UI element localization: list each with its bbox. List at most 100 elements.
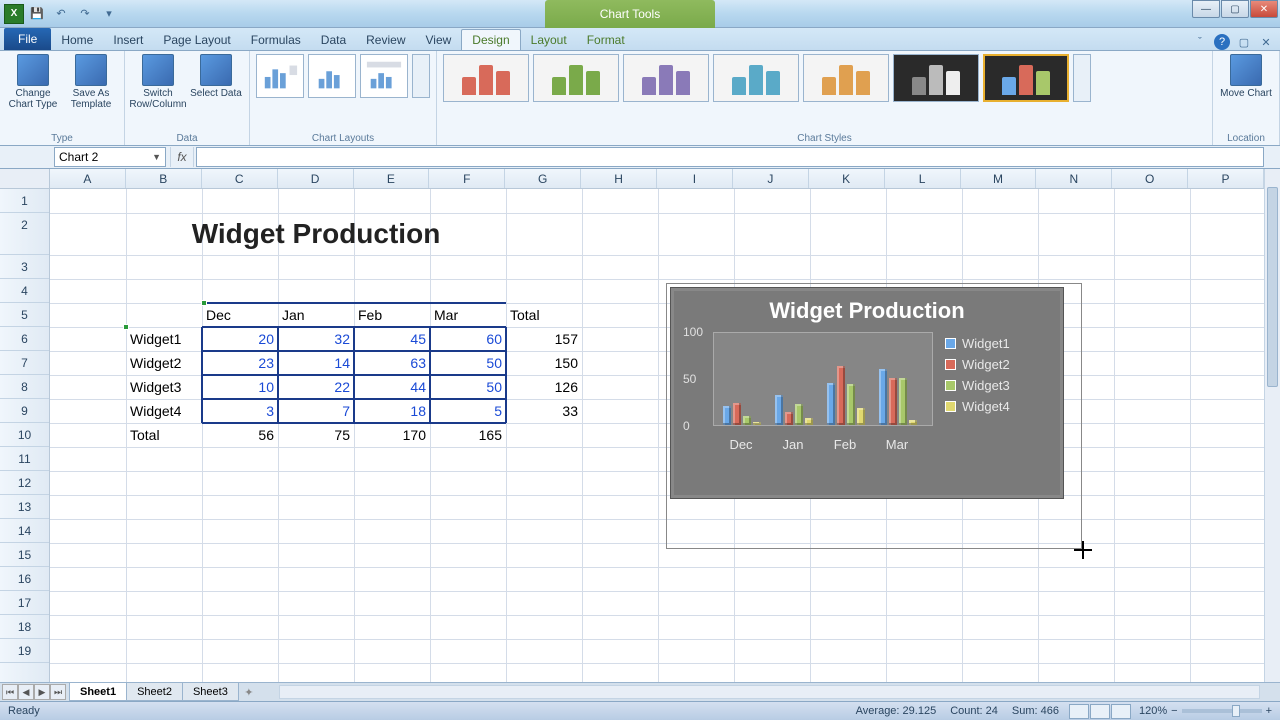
cell[interactable]: 32 [278,327,354,351]
cell[interactable]: 50 [430,375,506,399]
chart-layout-1[interactable] [256,54,304,98]
chart-style-thumb[interactable] [803,54,889,102]
switch-row-column-button[interactable]: Switch Row/Column [131,54,185,110]
cell[interactable]: 150 [506,351,582,375]
tab-design[interactable]: Design [461,29,520,50]
chart-layout-3[interactable] [360,54,408,98]
zoom-out-icon[interactable]: − [1171,705,1177,717]
cell[interactable]: Feb [354,303,430,327]
cell[interactable]: Widget2 [126,351,202,375]
view-normal-icon[interactable] [1069,704,1089,719]
column-header[interactable]: I [657,169,733,188]
row-header[interactable]: 8 [0,375,49,399]
cell[interactable]: 23 [202,351,278,375]
column-header[interactable]: B [126,169,202,188]
redo-icon[interactable]: ↷ [74,4,96,24]
cell[interactable]: 165 [430,423,506,447]
cell[interactable]: 5 [430,399,506,423]
tab-insert[interactable]: Insert [103,29,153,50]
sheet-tab[interactable]: Sheet2 [126,683,183,701]
name-box-dropdown-icon[interactable]: ▼ [152,152,161,162]
cell[interactable]: 63 [354,351,430,375]
save-icon[interactable]: 💾 [26,4,48,24]
cell[interactable]: 45 [354,327,430,351]
row-header[interactable]: 1 [0,189,49,213]
chart-style-thumb[interactable] [623,54,709,102]
row-header[interactable]: 19 [0,639,49,663]
chart-style-thumb[interactable] [893,54,979,102]
chart-plot-area[interactable]: 050100DecJanFebMar [683,332,933,452]
cell[interactable]: 33 [506,399,582,423]
row-header[interactable]: 11 [0,447,49,471]
sheet-nav-next-icon[interactable]: ▶ [34,684,50,700]
change-chart-type-button[interactable]: Change Chart Type [6,54,60,110]
column-header[interactable]: E [354,169,430,188]
row-header[interactable]: 6 [0,327,49,351]
cell[interactable]: 126 [506,375,582,399]
column-header[interactable]: H [581,169,657,188]
cell[interactable]: 56 [202,423,278,447]
select-data-button[interactable]: Select Data [189,54,243,99]
cell[interactable]: 18 [354,399,430,423]
cell[interactable]: 60 [430,327,506,351]
minimize-button[interactable]: — [1192,0,1220,18]
row-header[interactable]: 13 [0,495,49,519]
vertical-scrollbar[interactable] [1264,169,1280,682]
tab-page-layout[interactable]: Page Layout [153,29,240,50]
cell[interactable]: 22 [278,375,354,399]
sheet-nav-first-icon[interactable]: ⏮ [2,684,18,700]
view-page-layout-icon[interactable] [1090,704,1110,719]
column-header[interactable]: C [202,169,278,188]
worksheet-grid[interactable]: ABCDEFGHIJKLMNOP 12345678910111213141516… [0,169,1280,682]
cell[interactable]: Jan [278,303,354,327]
column-header[interactable]: J [733,169,809,188]
chart-styles-more[interactable] [1073,54,1091,102]
chart-layouts-more[interactable] [412,54,430,98]
row-header[interactable]: 14 [0,519,49,543]
qat-dropdown-icon[interactable]: ▾ [98,4,120,24]
chart-title[interactable]: Widget Production [671,288,1063,328]
cell[interactable]: 157 [506,327,582,351]
row-header[interactable]: 2 [0,213,49,255]
select-all-corner[interactable] [0,169,50,189]
column-header[interactable]: P [1188,169,1264,188]
cell[interactable]: 50 [430,351,506,375]
chart-style-thumb[interactable] [983,54,1069,102]
zoom-level[interactable]: 120% [1139,705,1167,717]
column-header[interactable]: N [1036,169,1112,188]
name-box[interactable]: Chart 2▼ [54,147,166,167]
cell[interactable]: Mar [430,303,506,327]
tab-review[interactable]: Review [356,29,415,50]
cell[interactable]: Widget4 [126,399,202,423]
file-tab[interactable]: File [4,28,51,50]
cell[interactable]: Total [126,423,202,447]
sheet-nav-last-icon[interactable]: ⏭ [50,684,66,700]
chart-style-thumb[interactable] [443,54,529,102]
minimize-ribbon-icon[interactable]: ˇ [1192,34,1208,50]
zoom-in-icon[interactable]: + [1266,705,1272,717]
row-header[interactable]: 7 [0,351,49,375]
row-header[interactable]: 10 [0,423,49,447]
tab-formulas[interactable]: Formulas [241,29,311,50]
cell[interactable]: Widget1 [126,327,202,351]
cell[interactable]: 20 [202,327,278,351]
cell[interactable]: Dec [202,303,278,327]
row-header[interactable]: 4 [0,279,49,303]
row-header[interactable]: 18 [0,615,49,639]
view-page-break-icon[interactable] [1111,704,1131,719]
maximize-button[interactable]: ▢ [1221,0,1249,18]
cell[interactable]: 14 [278,351,354,375]
horizontal-scrollbar[interactable] [279,685,1260,699]
tab-view[interactable]: View [416,29,462,50]
row-header[interactable]: 3 [0,255,49,279]
row-header[interactable]: 15 [0,543,49,567]
cell[interactable]: 10 [202,375,278,399]
cell[interactable]: Widget3 [126,375,202,399]
cell[interactable]: Total [506,303,582,327]
tab-home[interactable]: Home [51,29,103,50]
chart-legend[interactable]: Widget1Widget2Widget3Widget4 [933,332,1010,452]
cell[interactable]: 7 [278,399,354,423]
formula-input[interactable] [196,147,1264,167]
row-header[interactable]: 12 [0,471,49,495]
chart-style-thumb[interactable] [533,54,619,102]
